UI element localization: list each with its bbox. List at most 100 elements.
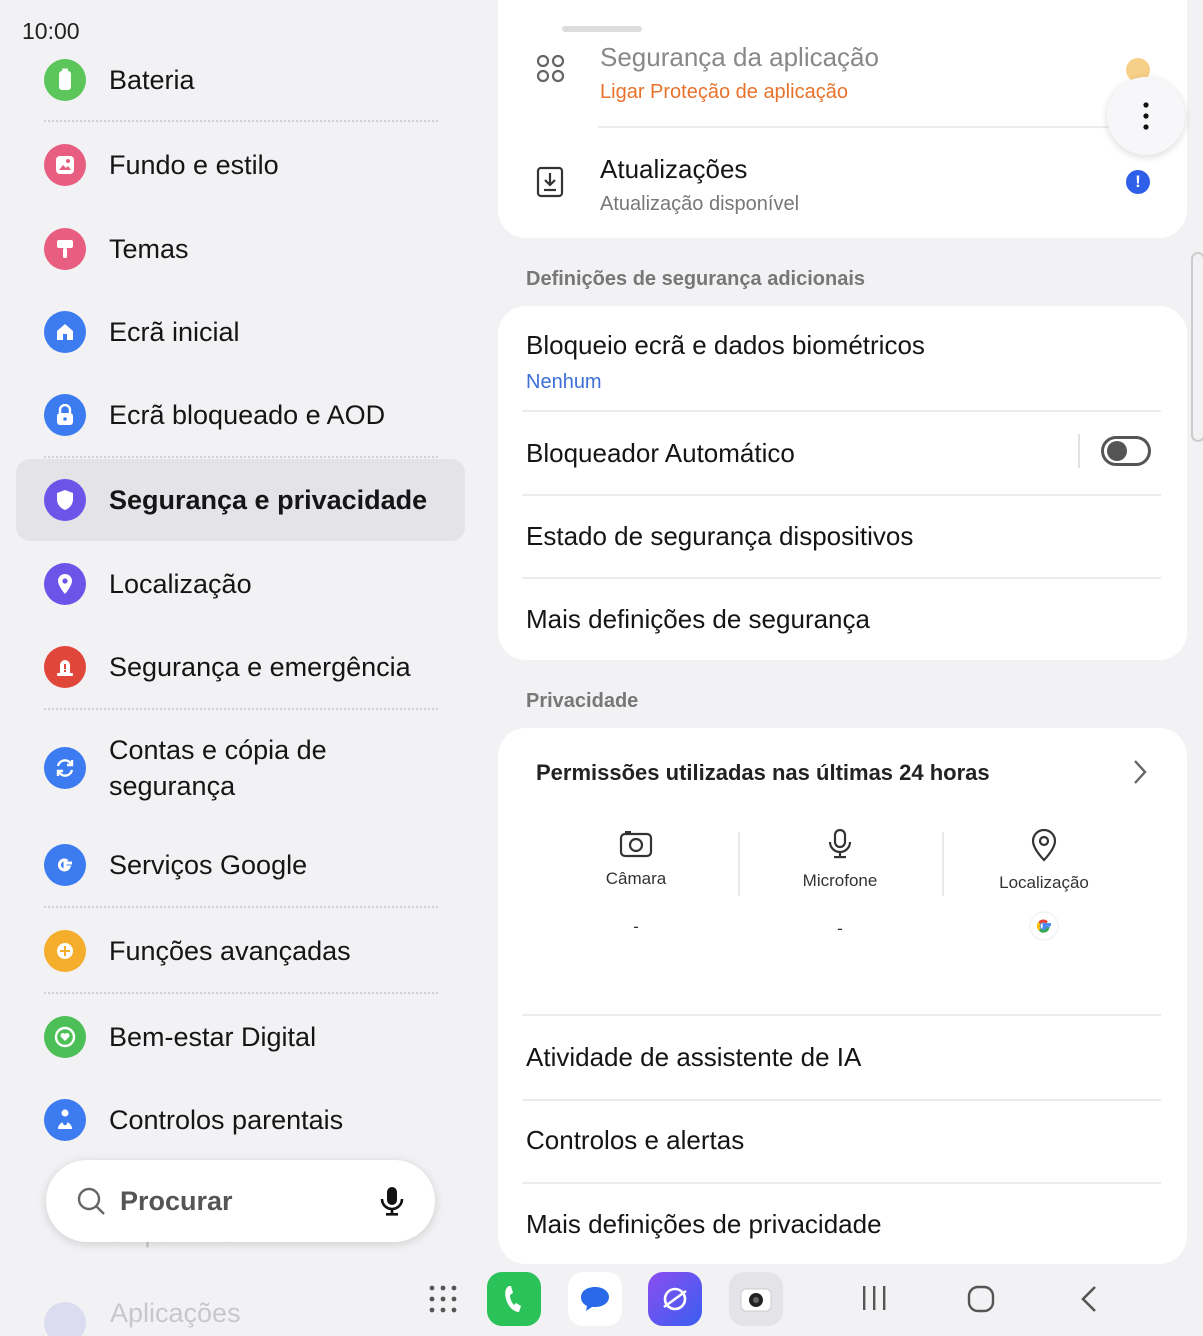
- taskbar: [0, 1272, 1203, 1332]
- controls-alerts-title: Controlos e alertas: [526, 1125, 745, 1155]
- updates-subtitle: Atualização disponível: [600, 193, 800, 215]
- microphone-icon: [828, 828, 852, 859]
- menu-item-label: Controlos parentais: [109, 1105, 344, 1135]
- menu-item-servicos-google[interactable]: Serviços Google: [16, 841, 465, 889]
- menu-item-seguranca-emergencia[interactable]: Segurança e emergência: [16, 643, 465, 691]
- menu-item-label: Temas: [109, 234, 189, 264]
- menu-item-seguranca-privacidade[interactable]: Segurança e privacidade: [16, 459, 465, 541]
- privacy-card: Permissões utilizadas nas últimas 24 hor…: [498, 728, 1187, 1264]
- divider: [522, 1014, 1161, 1016]
- divider: [44, 992, 438, 994]
- ai-activity-row[interactable]: Atividade de assistente de IA: [526, 1042, 1159, 1073]
- auto-blocker-toggle[interactable]: [1101, 436, 1151, 466]
- lock-screen-row[interactable]: Bloqueio ecrã e dados biométricos Nenhum: [526, 330, 1159, 394]
- menu-item-contas[interactable]: Contas e cópia de segurança: [16, 730, 465, 806]
- device-security-title: Estado de segurança dispositivos: [526, 521, 914, 551]
- permission-label: Localização: [999, 873, 1089, 892]
- parental-icon: [44, 1099, 86, 1141]
- wallpaper-icon: [44, 144, 86, 186]
- app-security-icon: [536, 54, 566, 89]
- permission-location[interactable]: Localização: [942, 828, 1146, 941]
- additional-security-card: Bloqueio ecrã e dados biométricos Nenhum…: [498, 306, 1187, 660]
- controls-alerts-row[interactable]: Controlos e alertas: [526, 1125, 1159, 1156]
- more-options-button[interactable]: [1107, 77, 1185, 155]
- edge-panel-handle[interactable]: [1191, 252, 1203, 442]
- auto-blocker-title: Bloqueador Automático: [526, 438, 795, 468]
- toggle-divider: [1078, 434, 1080, 468]
- menu-item-ecra-bloqueado[interactable]: Ecrã bloqueado e AOD: [16, 391, 465, 439]
- app-security-subtitle: Ligar Proteção de aplicação: [600, 81, 848, 103]
- divider: [522, 1182, 1161, 1184]
- internet-app-icon[interactable]: [648, 1272, 702, 1326]
- menu-item-bem-estar[interactable]: Bem-estar Digital: [16, 1013, 465, 1061]
- phone-app-icon[interactable]: [487, 1272, 541, 1326]
- home-button-icon[interactable]: [966, 1284, 996, 1319]
- more-privacy-title: Mais definições de privacidade: [526, 1209, 882, 1239]
- recents-icon[interactable]: [860, 1284, 888, 1317]
- divider: [44, 708, 438, 710]
- permission-value: -: [633, 917, 639, 936]
- menu-item-bateria[interactable]: Bateria: [16, 56, 465, 104]
- auto-blocker-row[interactable]: Bloqueador Automático: [526, 438, 1159, 469]
- section-header-privacidade: Privacidade: [526, 690, 639, 712]
- more-privacy-row[interactable]: Mais definições de privacidade: [526, 1209, 1159, 1240]
- camera-app-icon[interactable]: [729, 1272, 783, 1326]
- permission-value: -: [837, 919, 843, 938]
- microphone-icon[interactable]: [379, 1185, 405, 1217]
- paint-brush-icon: [44, 228, 86, 270]
- search-bar[interactable]: Procurar: [46, 1160, 435, 1242]
- messages-app-icon[interactable]: [568, 1272, 622, 1326]
- menu-item-fundo-estilo[interactable]: Fundo e estilo: [16, 141, 465, 189]
- chevron-right-icon[interactable]: [1132, 758, 1148, 786]
- more-security-row[interactable]: Mais definições de segurança: [526, 604, 1159, 635]
- divider: [598, 126, 1161, 128]
- search-input[interactable]: Procurar: [120, 1186, 379, 1217]
- permission-microphone[interactable]: Microfone -: [738, 828, 942, 939]
- menu-item-label: Contas e cópia de segurança: [109, 735, 327, 801]
- emergency-icon: [44, 646, 86, 688]
- lock-screen-title: Bloqueio ecrã e dados biométricos: [526, 330, 925, 360]
- menu-item-label: Segurança e emergência: [109, 652, 411, 682]
- menu-item-label: Funções avançadas: [109, 936, 351, 966]
- drag-handle: [562, 26, 642, 32]
- menu-item-label: Bem-estar Digital: [109, 1022, 317, 1052]
- google-icon: [942, 911, 1146, 941]
- lock-screen-value: Nenhum: [526, 371, 602, 393]
- app-drawer-icon[interactable]: [428, 1284, 458, 1319]
- camera-icon: [619, 831, 653, 858]
- back-icon[interactable]: [1078, 1284, 1100, 1319]
- menu-item-ecra-inicial[interactable]: Ecrã inicial: [16, 308, 465, 356]
- menu-item-localizacao[interactable]: Localização: [16, 560, 465, 608]
- app-security-row[interactable]: Segurança da aplicação Ligar Proteção de…: [600, 42, 879, 104]
- permission-label: Câmara: [605, 869, 667, 888]
- divider: [44, 456, 438, 458]
- device-security-row[interactable]: Estado de segurança dispositivos: [526, 521, 1159, 552]
- battery-icon: [44, 59, 86, 101]
- menu-item-label: Ecrã bloqueado e AOD: [109, 400, 386, 430]
- divider: [522, 1099, 1161, 1101]
- permission-camera[interactable]: Câmara -: [534, 828, 738, 937]
- updates-title: Atualizações: [600, 154, 748, 184]
- location-pin-icon: [44, 563, 86, 605]
- menu-item-label: Serviços Google: [109, 850, 308, 880]
- app-security-title: Segurança da aplicação: [600, 42, 879, 72]
- divider: [44, 906, 438, 908]
- menu-item-label: Fundo e estilo: [109, 150, 279, 180]
- security-top-card: Segurança da aplicação Ligar Proteção de…: [498, 0, 1187, 238]
- divider: [522, 577, 1161, 579]
- updates-row[interactable]: Atualizações Atualização disponível: [600, 154, 799, 216]
- divider: [522, 410, 1161, 412]
- home-icon: [44, 311, 86, 353]
- download-update-icon: [536, 166, 564, 203]
- menu-item-label: Localização: [109, 569, 252, 599]
- gear-plus-icon: [44, 930, 86, 972]
- menu-item-controlos-parentais[interactable]: Controlos parentais: [16, 1096, 465, 1144]
- search-icon: [77, 1187, 105, 1215]
- menu-item-funcoes-avancadas[interactable]: Funções avançadas: [16, 927, 465, 975]
- permission-label: Microfone: [802, 871, 878, 890]
- location-pin-icon: [1031, 828, 1057, 862]
- google-g-icon: [44, 844, 86, 886]
- divider: [522, 494, 1161, 496]
- menu-item-temas[interactable]: Temas: [16, 225, 465, 273]
- permissions-title[interactable]: Permissões utilizadas nas últimas 24 hor…: [536, 760, 990, 786]
